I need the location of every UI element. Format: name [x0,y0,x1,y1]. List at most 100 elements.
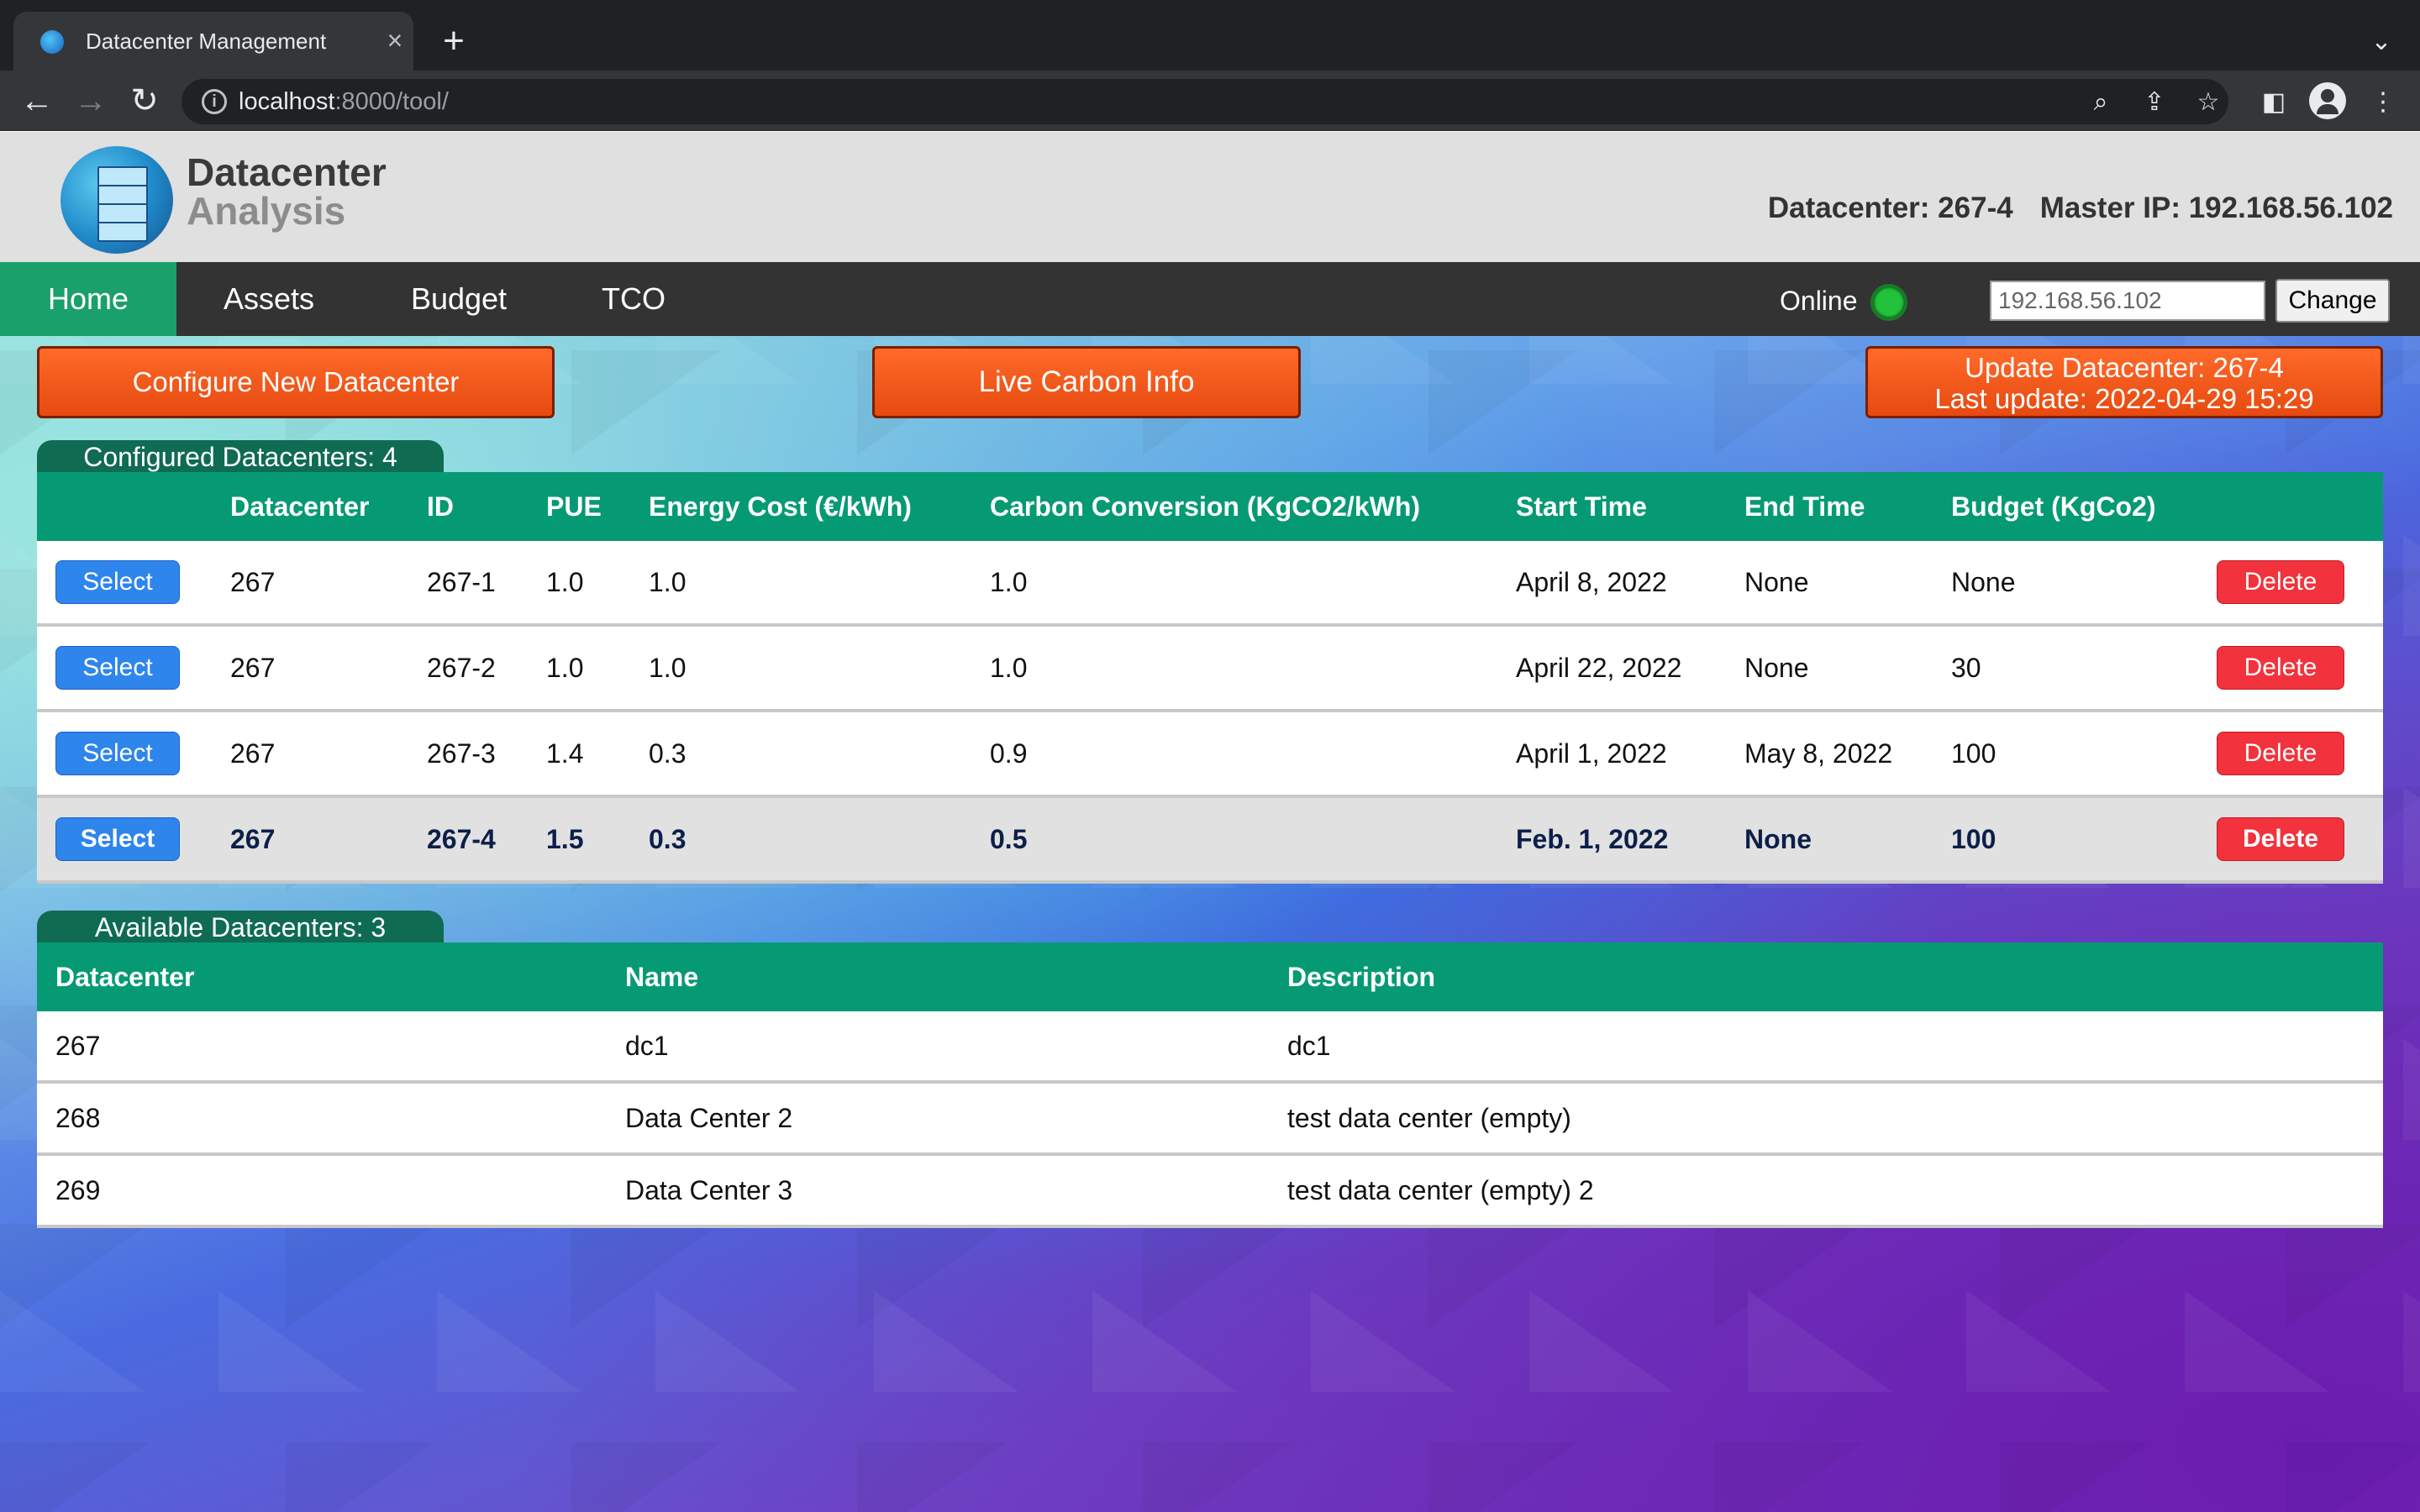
table-header-row: Datacenter Name Description [37,942,2383,1011]
cell-pue: 1.4 [528,711,630,798]
cell-description: test data center (empty) [1269,1082,2383,1156]
table-row[interactable]: 268 Data Center 2 test data center (empt… [37,1082,2383,1156]
configured-datacenters-label: Configured Datacenters: 4 [37,440,444,472]
table-row[interactable]: 269 Data Center 3 test data center (empt… [37,1154,2383,1228]
table-header-row: Datacenter ID PUE Energy Cost (€/kWh) Ca… [37,472,2383,541]
tab-title: Datacenter Management [86,29,327,54]
cell-start-time: Feb. 1, 2022 [1497,796,1726,884]
table-row[interactable]: 267 dc1 dc1 [37,1011,2383,1084]
favicon-icon [40,30,64,54]
share-icon[interactable]: ⇪ [2136,84,2173,121]
forward-icon[interactable]: → [69,79,113,123]
online-status-label: Online [1780,286,1858,316]
cell-end-time: None [1726,796,1933,884]
browser-tab[interactable]: Datacenter Management × [13,12,413,71]
url-text[interactable]: localhost:8000/tool/ [239,84,449,119]
nav-tco[interactable]: TCO [575,262,692,336]
cell-carbon-conversion: 0.5 [971,796,1497,884]
select-button[interactable]: Select [55,560,180,604]
cell-datacenter: 267 [37,1011,607,1084]
address-bar[interactable] [182,79,2228,124]
delete-button[interactable]: Delete [2217,560,2344,604]
column-header: PUE [528,472,630,541]
reload-icon[interactable]: ↻ [123,79,166,123]
cell-description: dc1 [1269,1011,2383,1084]
cell-name: dc1 [607,1011,1269,1084]
delete-button[interactable]: Delete [2217,732,2344,775]
online-status-indicator [1870,284,1907,321]
zoom-icon[interactable]: ⌕ [2082,84,2119,121]
cell-carbon-conversion: 0.9 [971,711,1497,798]
column-header: Datacenter [212,472,408,541]
column-header: ID [408,472,528,541]
configured-datacenters-table: Datacenter ID PUE Energy Cost (€/kWh) Ca… [37,472,2383,884]
cell-energy-cost: 1.0 [630,625,971,712]
close-tab-icon[interactable]: × [380,25,410,55]
column-header: Name [607,942,1269,1011]
cell-energy-cost: 0.3 [630,796,971,884]
nav-home[interactable]: Home [0,262,176,336]
live-carbon-info-button[interactable]: Live Carbon Info [872,346,1301,418]
logo-title: Datacenter [187,150,387,194]
column-header: Carbon Conversion (KgCO2/kWh) [971,472,1497,541]
table-row: Select 267 267-2 1.0 1.0 1.0 April 22, 2… [37,625,2383,712]
available-datacenters-label: Available Datacenters: 3 [37,911,444,942]
cell-budget: None [1933,541,2198,627]
cell-end-time: May 8, 2022 [1726,711,1933,798]
new-tab-icon[interactable]: + [434,22,474,62]
cell-budget: 30 [1933,625,2198,712]
delete-button[interactable]: Delete [2217,646,2344,690]
cell-id: 267-3 [408,711,528,798]
url-host: localhost [239,88,335,115]
cell-datacenter: 267 [212,796,408,884]
profile-icon[interactable] [2309,82,2346,119]
change-ip-button[interactable]: Change [2275,279,2390,323]
column-header: Start Time [1497,472,1726,541]
side-panel-icon[interactable]: ◧ [2255,84,2292,121]
delete-button[interactable]: Delete [2217,817,2344,861]
last-update-label: Last update: 2022-04-29 15:29 [1934,383,2314,414]
master-ip: Master IP: 192.168.56.102 [2039,192,2393,224]
nav-assets[interactable]: Assets [197,262,341,336]
bookmark-star-icon[interactable]: ☆ [2190,84,2227,121]
cell-datacenter: 269 [37,1154,607,1228]
cell-datacenter: 267 [212,625,408,712]
available-datacenters-table: Datacenter Name Description 267 dc1 dc1 … [37,942,2383,1228]
cell-budget: 100 [1933,796,2198,884]
menu-kebab-icon[interactable]: ⋮ [2365,84,2402,121]
configure-new-datacenter-button[interactable]: Configure New Datacenter [37,346,555,418]
cell-budget: 100 [1933,711,2198,798]
cell-carbon-conversion: 1.0 [971,625,1497,712]
cell-energy-cost: 0.3 [630,711,971,798]
column-header: Datacenter [37,942,607,1011]
cell-end-time: None [1726,625,1933,712]
cell-end-time: None [1726,541,1933,627]
cell-start-time: April 8, 2022 [1497,541,1726,627]
url-path: :8000/tool/ [334,88,449,115]
update-datacenter-label: Update Datacenter: 267-4 [1965,352,2284,383]
cell-id: 267-2 [408,625,528,712]
column-header: Energy Cost (€/kWh) [630,472,971,541]
cell-start-time: April 22, 2022 [1497,625,1726,712]
cell-id: 267-1 [408,541,528,627]
cell-description: test data center (empty) 2 [1269,1154,2383,1228]
cell-pue: 1.0 [528,625,630,712]
site-info-icon[interactable]: i [202,89,227,114]
table-row-active: Select 267 267-4 1.5 0.3 0.5 Feb. 1, 202… [37,796,2383,884]
select-button[interactable]: Select [55,732,180,775]
select-button[interactable]: Select [55,646,180,690]
select-button[interactable]: Select [55,817,180,861]
logo-icon [60,146,173,254]
table-row: Select 267 267-3 1.4 0.3 0.9 April 1, 20… [37,711,2383,798]
tab-search-chevron-icon[interactable]: ⌄ [2363,24,2400,60]
cell-name: Data Center 3 [607,1154,1269,1228]
nav-budget[interactable]: Budget [387,262,531,336]
column-header: Description [1269,942,2383,1011]
cell-energy-cost: 1.0 [630,541,971,627]
master-ip-input[interactable]: 192.168.56.102 [1990,281,2265,321]
back-icon[interactable]: ← [15,79,59,123]
table-row: Select 267 267-1 1.0 1.0 1.0 April 8, 20… [37,541,2383,627]
update-datacenter-button[interactable]: Update Datacenter: 267-4 Last update: 20… [1865,346,2383,418]
column-header: End Time [1726,472,1933,541]
cell-datacenter: 267 [212,711,408,798]
